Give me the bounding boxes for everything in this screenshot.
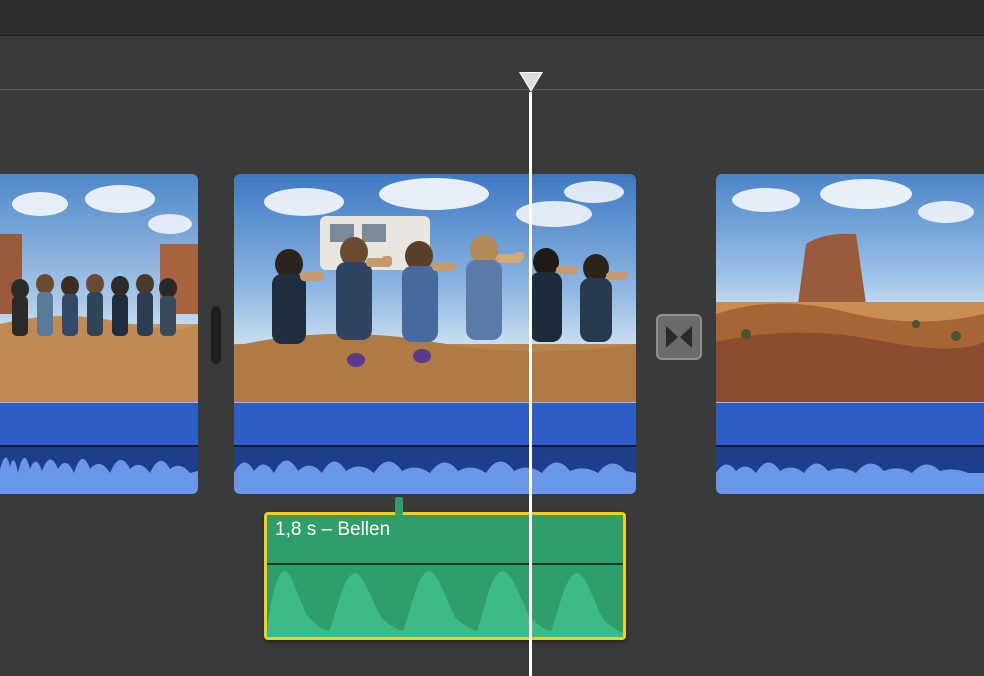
trim-handle[interactable] xyxy=(211,306,221,364)
sfx-separator: – xyxy=(321,519,332,540)
timeline[interactable]: 1,8 s – Bellen xyxy=(0,36,984,676)
playhead-marker[interactable] xyxy=(519,72,543,92)
cross-dissolve-icon xyxy=(664,322,694,352)
waveform xyxy=(234,439,636,494)
clip-audio-band[interactable] xyxy=(0,402,198,494)
transition-cross-dissolve[interactable] xyxy=(656,314,702,360)
waveform xyxy=(0,439,198,494)
playhead-marker-icon xyxy=(519,72,543,92)
clip-audio-band[interactable] xyxy=(716,402,984,494)
sound-effect-clip[interactable]: 1,8 s – Bellen xyxy=(264,512,626,640)
video-clip[interactable] xyxy=(234,174,636,494)
clip-thumbnail xyxy=(0,174,198,402)
sound-effect-label: 1,8 s – Bellen xyxy=(275,519,390,541)
clip-thumbnail xyxy=(234,174,636,402)
waveform xyxy=(267,565,623,637)
toolbar xyxy=(0,0,984,36)
clip-connection-pin[interactable] xyxy=(395,497,403,515)
timeline-ruler[interactable] xyxy=(0,36,984,90)
clip-audio-band[interactable] xyxy=(234,402,636,494)
video-clip[interactable] xyxy=(716,174,984,494)
video-clip[interactable] xyxy=(0,174,198,494)
playhead-line[interactable] xyxy=(529,92,532,676)
sfx-duration: 1,8 s xyxy=(275,519,316,540)
clip-thumbnail xyxy=(716,174,984,402)
waveform xyxy=(716,439,984,494)
sfx-name: Bellen xyxy=(337,519,390,540)
